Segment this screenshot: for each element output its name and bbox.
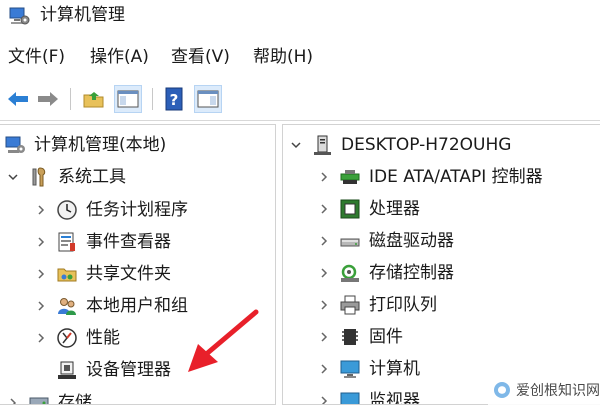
disk-drive-label: 磁盘驱动器 (369, 231, 454, 251)
performance-icon (56, 327, 78, 349)
tree-item-storage[interactable]: 存储 (6, 387, 92, 405)
chevron-right-icon[interactable] (34, 299, 48, 313)
chevron-right-icon[interactable] (34, 203, 48, 217)
task-scheduler-label: 任务计划程序 (86, 200, 188, 220)
device-category-monitors[interactable]: 监视器 (317, 385, 420, 405)
svg-text:?: ? (170, 91, 179, 109)
computer-management-icon (9, 7, 30, 25)
watermark-logo-icon (494, 381, 510, 398)
ide-controller-label: IDE ATA/ATAPI 控制器 (369, 167, 543, 187)
tools-icon (28, 166, 50, 188)
device-category-processor[interactable]: 处理器 (317, 193, 420, 225)
storage-controller-label: 存储控制器 (369, 263, 454, 283)
shared-folder-icon (56, 263, 78, 285)
toolbar: ? (0, 78, 600, 121)
chevron-right-icon[interactable] (317, 330, 331, 344)
up-one-level-button[interactable] (80, 85, 108, 113)
device-manager-icon (56, 359, 78, 381)
toolbar-separator (152, 88, 153, 110)
chevron-right-icon[interactable] (317, 202, 331, 216)
firmware-label: 固件 (369, 327, 403, 347)
device-manager-label: 设备管理器 (86, 360, 171, 380)
tree-item-performance[interactable]: 性能 (34, 322, 120, 354)
performance-label: 性能 (86, 328, 120, 348)
monitor-icon (339, 390, 361, 404)
window-title: 计算机管理 (40, 5, 125, 25)
show-hide-console-tree-icon (117, 90, 139, 108)
chevron-right-icon[interactable] (317, 394, 331, 404)
device-category-computer[interactable]: 计算机 (317, 353, 420, 385)
annotation-arrow (188, 309, 259, 372)
storage-controller-icon (339, 262, 361, 284)
device-category-storage-controllers[interactable]: 存储控制器 (317, 257, 454, 289)
chevron-right-icon[interactable] (317, 170, 331, 184)
tree-item-system-tools[interactable]: 系统工具 (6, 161, 126, 193)
firmware-icon (339, 326, 361, 348)
event-viewer-label: 事件查看器 (86, 232, 171, 252)
tree-item-local-users-groups[interactable]: 本地用户和组 (34, 290, 188, 322)
ide-controller-icon (339, 166, 361, 188)
title-bar: 计算机管理 (0, 0, 600, 34)
tree-item-device-manager[interactable]: 设备管理器 (56, 354, 171, 386)
menu-view[interactable]: 查看(V) (171, 46, 230, 68)
monitor-icon (339, 358, 361, 380)
computer-management-icon (4, 134, 26, 156)
menu-action[interactable]: 操作(A) (90, 46, 149, 68)
show-hide-action-pane-button[interactable] (194, 85, 222, 113)
watermark-text: 爱创根知识网 (516, 382, 600, 399)
tree-item-task-scheduler[interactable]: 任务计划程序 (34, 194, 188, 226)
chevron-down-icon[interactable] (289, 138, 303, 152)
forward-button[interactable] (34, 85, 62, 113)
chevron-right-icon[interactable] (34, 331, 48, 345)
computer-label: 计算机 (369, 359, 420, 379)
device-root-label: DESKTOP-H72OUHG (341, 135, 512, 155)
tree-item-event-viewer[interactable]: 事件查看器 (34, 226, 171, 258)
clock-icon (56, 199, 78, 221)
up-folder-icon (83, 92, 104, 108)
forward-arrow-icon (38, 92, 58, 106)
system-tools-label: 系统工具 (58, 167, 126, 187)
tree-item-shared-folders[interactable]: 共享文件夹 (34, 258, 171, 290)
chevron-down-icon[interactable] (6, 170, 20, 184)
storage-label: 存储 (58, 393, 92, 405)
menu-help[interactable]: 帮助(H) (253, 46, 313, 68)
device-root[interactable]: DESKTOP-H72OUHG (289, 129, 511, 161)
watermark: 爱创根知识网 (488, 374, 600, 405)
chevron-right-icon[interactable] (34, 235, 48, 249)
chevron-right-icon[interactable] (317, 266, 331, 280)
monitors-label: 监视器 (369, 391, 420, 405)
disk-drive-icon (339, 230, 361, 252)
printer-icon (339, 294, 361, 316)
chevron-right-icon[interactable] (317, 234, 331, 248)
menu-bar: 文件(F) 操作(A) 查看(V) 帮助(H) (0, 34, 600, 78)
chevron-right-icon[interactable] (6, 396, 20, 404)
help-button[interactable]: ? (160, 85, 188, 113)
shared-folders-label: 共享文件夹 (86, 264, 171, 284)
processor-icon (339, 198, 361, 220)
computer-tower-icon (311, 134, 333, 156)
storage-icon (28, 392, 50, 404)
event-viewer-icon (56, 231, 78, 253)
chevron-right-icon[interactable] (317, 362, 331, 376)
tree-root-label: 计算机管理(本地) (34, 135, 167, 155)
device-category-print-queues[interactable]: 打印队列 (317, 289, 437, 321)
menu-file[interactable]: 文件(F) (8, 46, 65, 68)
chevron-right-icon[interactable] (34, 267, 48, 281)
processor-label: 处理器 (369, 199, 420, 219)
device-category-ide[interactable]: IDE ATA/ATAPI 控制器 (317, 161, 543, 193)
local-users-groups-label: 本地用户和组 (86, 296, 188, 316)
tree-root[interactable]: 计算机管理(本地) (4, 129, 166, 161)
show-hide-console-tree-button[interactable] (114, 85, 142, 113)
help-icon: ? (165, 87, 183, 111)
device-category-firmware[interactable]: 固件 (317, 321, 403, 353)
back-button[interactable] (4, 85, 32, 113)
device-list-pane: DESKTOP-H72OUHG IDE ATA/ATAPI 控制器 处理器 磁盘… (282, 124, 600, 405)
users-icon (56, 295, 78, 317)
print-queues-label: 打印队列 (369, 295, 437, 315)
chevron-right-icon[interactable] (317, 298, 331, 312)
device-category-disk-drives[interactable]: 磁盘驱动器 (317, 225, 454, 257)
show-hide-action-pane-icon (197, 90, 219, 108)
toolbar-separator (70, 88, 71, 110)
back-arrow-icon (8, 92, 28, 106)
